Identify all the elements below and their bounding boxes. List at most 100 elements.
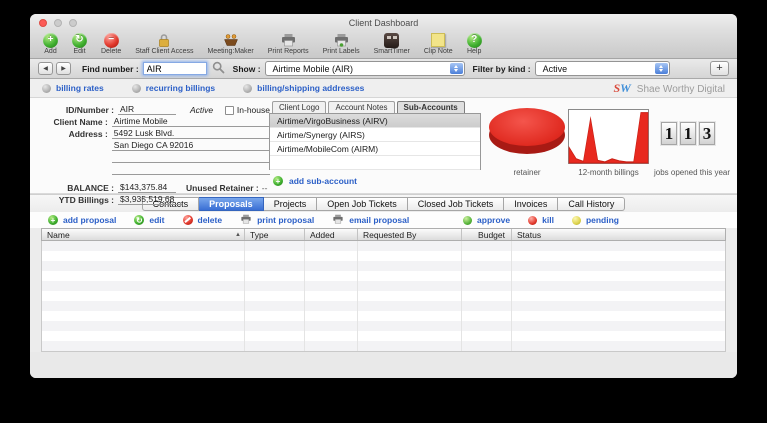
dropdown-stepper-icon [449, 63, 463, 74]
toolbar-help-button[interactable]: ? Help [460, 32, 489, 55]
tab-closed-job-tickets[interactable]: Closed Job Tickets [407, 196, 505, 211]
billing-rates-link[interactable]: billing rates [42, 83, 104, 93]
dropdown-stepper-icon [654, 63, 668, 74]
column-header-name[interactable]: Name ▲ [42, 229, 245, 240]
column-header-status[interactable]: Status [512, 229, 725, 240]
ytd-billings-label: YTD Billings : [58, 195, 114, 205]
address-line-4[interactable] [111, 174, 270, 175]
address-line-3[interactable] [111, 162, 270, 163]
add-client-button[interactable]: + [710, 61, 729, 76]
billings-area-chart [568, 109, 649, 164]
pending-proposal-link[interactable]: pending [571, 215, 619, 225]
sort-asc-icon: ▲ [235, 232, 241, 238]
next-record-button[interactable]: ▶ [56, 62, 71, 75]
unused-retainer-value: -- [261, 183, 268, 193]
balance-label: BALANCE : [67, 183, 114, 193]
printer-icon [281, 32, 296, 48]
table-row[interactable] [42, 241, 725, 251]
add-sub-account-link[interactable]: + add sub-account [269, 176, 481, 186]
printer-icon [334, 32, 349, 48]
filter-by-kind-dropdown[interactable]: Active [534, 61, 670, 76]
table-row[interactable] [42, 261, 725, 271]
table-row[interactable] [42, 321, 725, 331]
table-row[interactable] [42, 251, 725, 261]
meeting-maker-icon [223, 32, 239, 48]
list-item[interactable]: Airtime/Synergy (AIRS) [270, 128, 480, 142]
jobs-opened-counter: 1 1 3 [661, 122, 715, 145]
print-proposal-link[interactable]: print proposal [240, 211, 314, 229]
company-name: Shae Worthy Digital [636, 83, 725, 95]
show-dropdown[interactable]: Airtime Mobile (AIR) [264, 61, 465, 76]
balance-value: $143,375.84 [118, 182, 176, 193]
delete-proposal-link[interactable]: delete [182, 215, 222, 225]
green-dot-icon [463, 215, 473, 225]
list-item[interactable]: Airtime/MobileCom (AIRM) [270, 142, 480, 156]
toolbar-add-button[interactable]: + Add [36, 32, 65, 55]
address-line-1[interactable]: 5492 Lusk Blvd. [111, 128, 270, 139]
tab-sub-accounts[interactable]: Sub-Accounts [396, 101, 465, 113]
recurring-billings-link[interactable]: recurring billings [131, 83, 215, 93]
previous-record-button[interactable]: ◀ [38, 62, 53, 75]
edit-proposal-link[interactable]: ↻ edit [134, 215, 165, 225]
smarttimer-icon [384, 32, 400, 48]
table-row[interactable] [42, 281, 725, 291]
kill-proposal-link[interactable]: kill [528, 215, 554, 225]
billing-shipping-addresses-link[interactable]: billing/shipping addresses [243, 83, 364, 93]
pie-chart-face [489, 108, 565, 146]
help-icon: ? [466, 32, 482, 48]
tab-client-logo[interactable]: Client Logo [272, 101, 327, 113]
tab-invoices[interactable]: Invoices [504, 196, 559, 211]
in-house-checkbox[interactable] [224, 105, 234, 115]
toolbar-clip-note-button[interactable]: Clip Note [417, 32, 460, 55]
window-title: Client Dashboard [348, 18, 419, 28]
sub-accounts-panel: Client Logo Account Notes Sub-Accounts A… [269, 101, 481, 186]
approve-proposal-link[interactable]: approve [463, 215, 510, 225]
printer-icon [332, 211, 344, 229]
find-number-label: Find number : [82, 63, 139, 74]
toolbar-print-labels-button[interactable]: Print Labels [316, 32, 367, 55]
tab-call-history[interactable]: Call History [558, 196, 626, 211]
client-name-value[interactable]: Airtime Mobile [111, 116, 270, 127]
column-header-requested-by[interactable]: Requested By [358, 229, 462, 240]
zoom-window-button[interactable] [69, 19, 77, 27]
email-proposal-link[interactable]: email proposal [332, 211, 409, 229]
tab-projects[interactable]: Projects [263, 196, 318, 211]
toolbar-delete-button[interactable]: − Delete [94, 32, 128, 55]
address-line-2[interactable]: San Diego CA 92016 [111, 140, 270, 151]
find-number-input[interactable] [142, 62, 207, 75]
red-dot-icon [528, 215, 538, 225]
column-header-type[interactable]: Type [245, 229, 305, 240]
billings-area-chart-polygon [568, 112, 649, 164]
proposals-table: Name ▲ Type Added Requested By Budget St… [41, 228, 726, 352]
add-proposal-link[interactable]: + add proposal [48, 215, 116, 225]
column-header-budget[interactable]: Budget [462, 229, 512, 240]
table-row[interactable] [42, 311, 725, 321]
table-row[interactable] [42, 341, 725, 351]
toolbar-meeting-maker-button[interactable]: Meeting:Maker [200, 32, 260, 55]
toolbar-smarttimer-button[interactable]: SmartTimer [367, 32, 417, 55]
table-row[interactable] [42, 271, 725, 281]
column-header-added[interactable]: Added [305, 229, 358, 240]
table-row[interactable] [42, 331, 725, 341]
id-number-value[interactable]: AIR [118, 104, 176, 115]
window-footer [30, 352, 737, 378]
in-house-option: In-house [224, 105, 270, 115]
toolbar-print-reports-button[interactable]: Print Reports [261, 32, 316, 55]
table-row[interactable] [42, 291, 725, 301]
list-item[interactable]: Airtime/VirgoBusiness (AIRV) [270, 114, 480, 128]
counter-digit: 1 [661, 122, 677, 145]
search-icon[interactable] [212, 61, 225, 76]
toolbar-staff-client-access-button[interactable]: Staff Client Access [128, 32, 200, 55]
client-dashboard-window: Client Dashboard + Add ↻ Edit − Delete S… [30, 14, 737, 378]
branding: SW Shae Worthy Digital [613, 81, 725, 96]
list-item[interactable] [270, 156, 480, 170]
proposals-table-body[interactable] [41, 241, 726, 352]
toolbar-edit-button[interactable]: ↻ Edit [65, 32, 94, 55]
counter-digit: 3 [699, 122, 715, 145]
close-window-button[interactable] [39, 19, 47, 27]
table-row[interactable] [42, 301, 725, 311]
tab-account-notes[interactable]: Account Notes [328, 101, 395, 113]
tab-open-job-tickets[interactable]: Open Job Tickets [317, 196, 408, 211]
minimize-window-button[interactable] [54, 19, 62, 27]
add-icon: + [273, 176, 283, 186]
